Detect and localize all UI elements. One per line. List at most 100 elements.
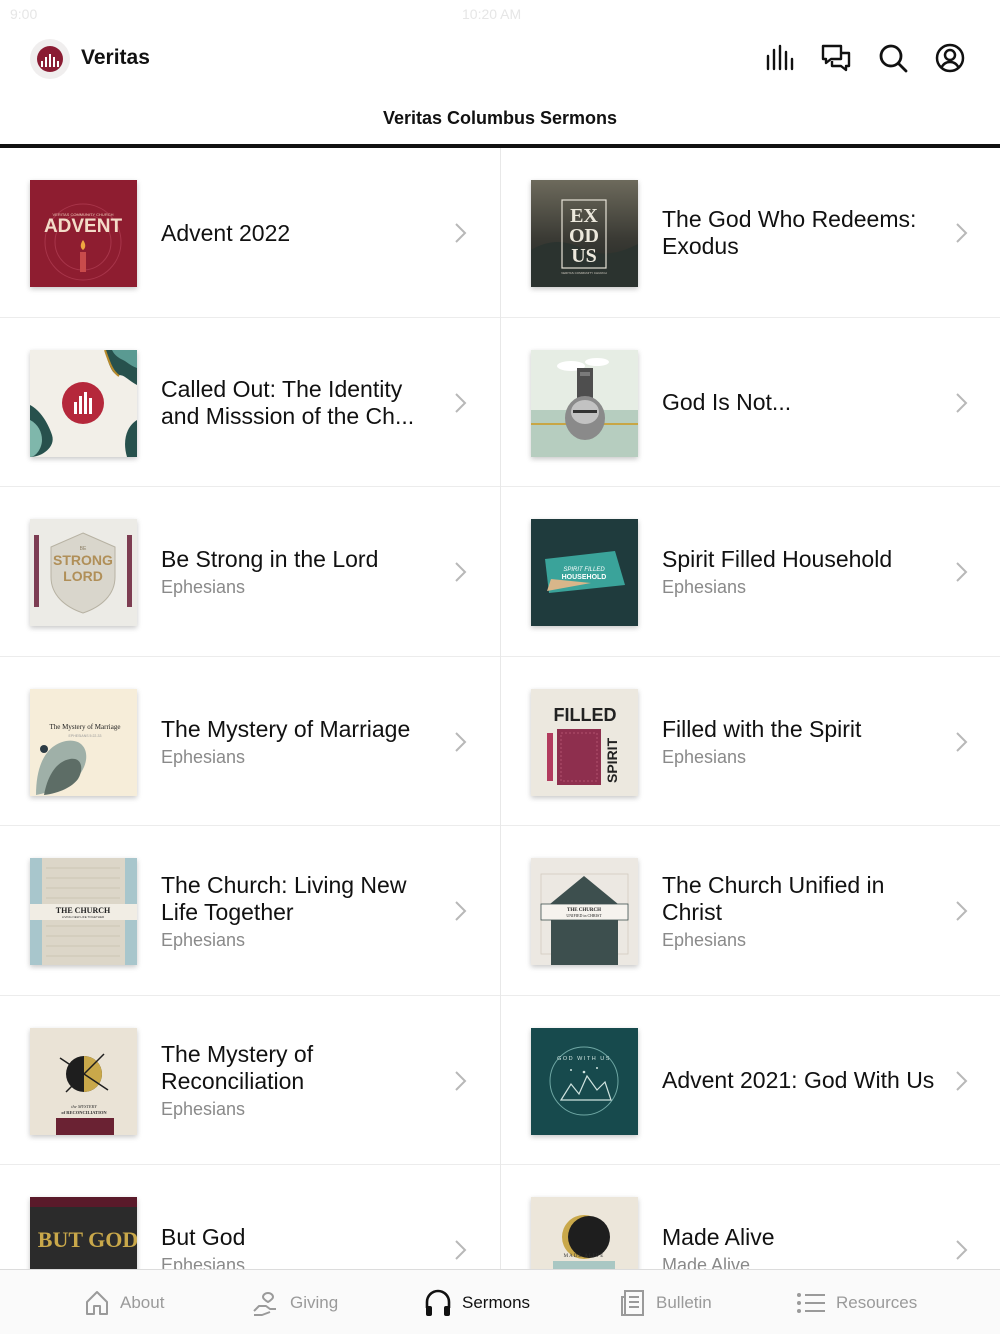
app-logo[interactable]	[30, 39, 70, 79]
chart-bars-icon[interactable]	[763, 42, 795, 74]
series-artwork: SPIRIT FILLED HOUSEHOLD	[531, 519, 638, 626]
chevron-right-icon	[956, 223, 968, 243]
app-header: Veritas	[0, 30, 1000, 90]
series-item-spirit-filled-household[interactable]: SPIRIT FILLED HOUSEHOLD Spirit Filled Ho…	[501, 487, 1000, 657]
chevron-right-icon	[455, 1240, 467, 1260]
series-title: Be Strong in the Lord	[161, 546, 379, 572]
tab-label: Giving	[290, 1293, 339, 1312]
series-item-but-god[interactable]: BUT GOD But God Ephesians	[0, 1165, 500, 1269]
series-artwork: GOD WITH US	[531, 1027, 638, 1135]
series-subtitle: Ephesians	[161, 1255, 246, 1269]
series-subtitle: Ephesians	[161, 929, 246, 950]
series-item-god-is-not[interactable]: God Is Not...	[501, 318, 1000, 487]
series-subtitle: Ephesians	[662, 929, 747, 950]
series-item-church-living-new-life[interactable]: THE CHURCH LIVING NEW LIFE TOGETHER The …	[0, 826, 500, 996]
account-icon[interactable]	[934, 42, 966, 74]
tab-giving[interactable]: Giving	[252, 1287, 338, 1319]
chevron-right-icon	[956, 1240, 968, 1260]
giving-hand-icon	[253, 1292, 276, 1316]
series-subtitle: Made Alive	[662, 1255, 751, 1269]
chat-bubbles-icon[interactable]	[820, 42, 852, 74]
series-title: Advent 2022	[161, 219, 291, 246]
series-artwork: MADE ALIVE	[531, 1197, 638, 1269]
tab-sermons[interactable]: Sermons	[424, 1287, 530, 1319]
chevron-right-icon	[455, 1070, 467, 1091]
sermon-series-grid: VERITAS COMMUNITY CHURCH ADVENT Advent 2…	[0, 148, 1000, 1269]
search-icon[interactable]	[877, 42, 909, 74]
bulletin-icon	[621, 1290, 644, 1316]
svg-text:the MYSTERY: the MYSTERY	[71, 1104, 97, 1109]
series-artwork: VERITAS COMMUNITY CHURCH ADVENT	[30, 180, 137, 287]
series-artwork: THE CHURCH UNIFIED in CHRIST	[531, 858, 638, 965]
series-item-filled-with-the-spirit[interactable]: FILLED SPIRIT Filled with the Spirit Eph…	[501, 657, 1000, 826]
svg-text:SPIRIT: SPIRIT	[604, 737, 620, 783]
series-title: Called Out: The Identity and Misssion of…	[161, 375, 415, 429]
svg-text:ADVENT: ADVENT	[44, 216, 123, 237]
svg-text:LORD: LORD	[63, 568, 103, 584]
page-title: Veritas Columbus Sermons	[382, 108, 618, 128]
tab-bulletin[interactable]: Bulletin	[620, 1287, 712, 1319]
svg-text:The Mystery of Marriage: The Mystery of Marriage	[50, 723, 121, 731]
series-title: The Church: Living New Life Together	[161, 871, 407, 925]
chevron-right-icon	[455, 731, 467, 752]
svg-text:GOD WITH US: GOD WITH US	[557, 1056, 611, 1062]
app-name: Veritas	[81, 46, 150, 69]
series-subtitle: Ephesians	[662, 746, 747, 767]
svg-text:THE CHURCH: THE CHURCH	[56, 906, 111, 915]
chevron-right-icon	[956, 562, 968, 582]
series-item-made-alive[interactable]: MADE ALIVE Made Alive Made Alive	[501, 1165, 1000, 1269]
series-subtitle: Ephesians	[161, 1099, 246, 1119]
status-clock: 10:20 AM	[462, 6, 522, 22]
tab-label: Bulletin	[656, 1293, 712, 1312]
chevron-right-icon	[956, 731, 968, 752]
series-item-advent-2021[interactable]: GOD WITH US Advent 2021: God With Us	[501, 996, 1000, 1165]
series-title: But God	[161, 1224, 246, 1250]
tab-label: Resources	[836, 1293, 918, 1312]
list-icon	[797, 1293, 825, 1313]
series-subtitle: Ephesians	[161, 746, 246, 767]
series-title: Spirit Filled Household	[662, 546, 893, 572]
chevron-right-icon	[956, 1070, 968, 1091]
chevron-right-icon	[455, 223, 467, 243]
svg-text:EPHESIANS 5:22-33: EPHESIANS 5:22-33	[69, 734, 102, 738]
series-title: The Mystery of Marriage	[161, 715, 411, 742]
series-title: Made Alive	[662, 1224, 775, 1250]
series-item-called-out[interactable]: Called Out: The Identity and Misssion of…	[0, 318, 500, 487]
status-time: 9:00	[10, 6, 38, 22]
svg-text:MADE ALIVE: MADE ALIVE	[564, 1254, 605, 1259]
svg-text:UNIFIED in CHRIST: UNIFIED in CHRIST	[566, 913, 602, 918]
series-item-church-unified[interactable]: THE CHURCH UNIFIED in CHRIST The Church …	[501, 826, 1000, 996]
chevron-right-icon	[455, 392, 467, 413]
series-title: Filled with the Spirit	[662, 715, 862, 742]
svg-text:FILLED: FILLED	[554, 705, 617, 725]
series-title: Advent 2021: God With Us	[662, 1067, 935, 1093]
series-subtitle: Ephesians	[662, 577, 747, 597]
series-artwork: the MYSTERY of RECONCILIATION	[30, 1027, 137, 1135]
svg-text:LIVING NEW LIFE TOGETHER: LIVING NEW LIFE TOGETHER	[62, 915, 105, 919]
series-item-mystery-of-marriage[interactable]: The Mystery of Marriage EPHESIANS 5:22-3…	[0, 657, 500, 826]
series-artwork: BUT GOD	[30, 1197, 137, 1269]
svg-text:STRONG: STRONG	[53, 552, 113, 568]
series-artwork: THE CHURCH LIVING NEW LIFE TOGETHER	[30, 858, 137, 965]
tab-resources[interactable]: Resources	[796, 1287, 917, 1319]
tab-about[interactable]: About	[84, 1287, 164, 1319]
series-artwork: FILLED SPIRIT	[531, 688, 638, 796]
tab-label: Sermons	[462, 1293, 531, 1312]
svg-text:BUT GOD: BUT GOD	[38, 1227, 137, 1252]
series-artwork: BE STRONG LORD	[30, 519, 137, 626]
bottom-tab-bar: About Giving Sermons Bulletin Resources	[0, 1269, 1000, 1334]
series-title: The God Who Redeems: Exodus	[662, 206, 917, 259]
home-icon	[86, 1291, 108, 1315]
series-item-advent-2022[interactable]: VERITAS COMMUNITY CHURCH ADVENT Advent 2…	[0, 148, 500, 318]
svg-text:OD: OD	[569, 225, 599, 247]
chevron-right-icon	[956, 901, 968, 921]
series-title: God Is Not...	[662, 389, 792, 415]
series-item-exodus[interactable]: EX OD US VERITAS COMMUNITY CHURCH The Go…	[501, 148, 1000, 318]
series-item-be-strong[interactable]: BE STRONG LORD Be Strong in the Lord Eph…	[0, 487, 500, 657]
series-artwork	[531, 349, 638, 457]
status-bar: 9:00 10:20 AM	[0, 0, 1000, 30]
series-artwork: The Mystery of Marriage EPHESIANS 5:22-3…	[30, 688, 137, 796]
series-item-mystery-of-reconciliation[interactable]: the MYSTERY of RECONCILIATION The Myster…	[0, 996, 500, 1165]
svg-text:HOUSEHOLD: HOUSEHOLD	[562, 574, 607, 581]
tab-label: About	[120, 1293, 165, 1312]
